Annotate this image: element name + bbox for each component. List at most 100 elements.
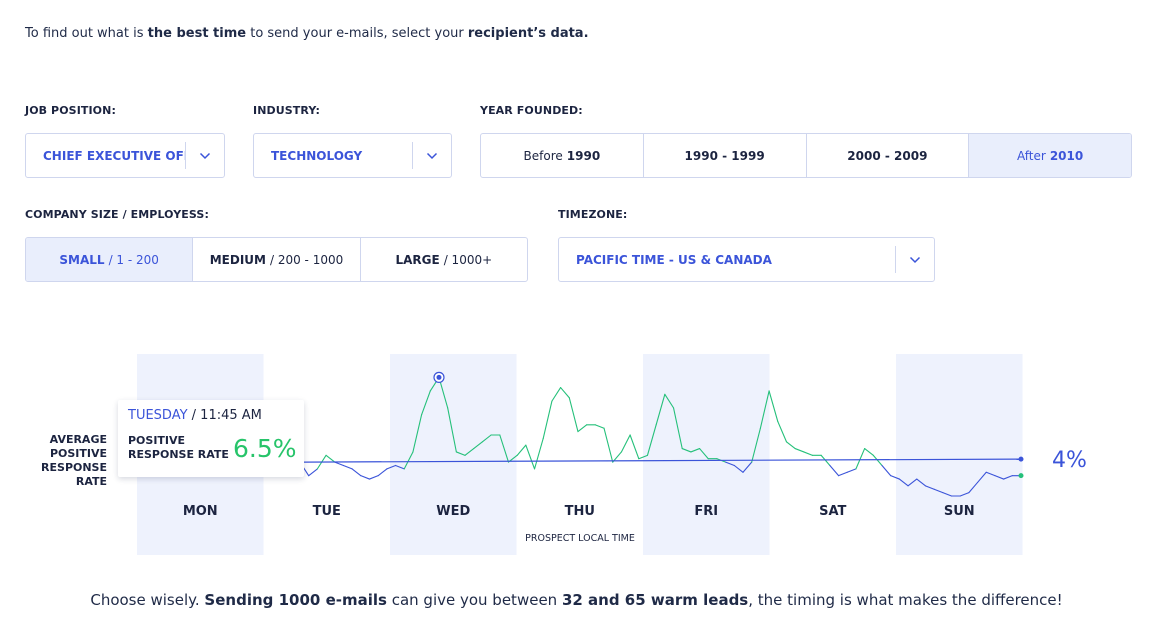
series-segment (542, 400, 553, 439)
series-segment (377, 468, 388, 477)
series-segment (785, 441, 796, 450)
y-label-line: POSITIVE (49, 447, 107, 460)
tooltip-label-line: POSITIVE (128, 434, 186, 447)
tooltip-time: / 11:45 AM (187, 408, 262, 423)
footer-bold-sending: Sending 1000 e-mails (204, 591, 387, 609)
size-option-name: SMALL (59, 252, 105, 267)
size-option-range: / 200 - 1000 (269, 252, 344, 267)
day-label-wed: WED (436, 504, 470, 519)
timezone-label: TIMEZONE: (558, 208, 628, 221)
y-label-line: RATE (75, 475, 107, 488)
industry-select[interactable]: TECHNOLOGY (253, 133, 452, 178)
year-option-prefix: After (1017, 148, 1046, 163)
day-label-layer: MON TUE WED THU FRI SAT SUN (183, 504, 975, 519)
series-segment (325, 454, 336, 463)
tooltip-label-line: RESPONSE RATE (128, 448, 229, 461)
day-shade-wed (390, 354, 517, 555)
industry-value: TECHNOLOGY (271, 148, 363, 163)
series-segment (864, 448, 874, 456)
year-founded-segmented: Before 1990 1990 - 1999 2000 - 2009 After… (480, 133, 1132, 178)
footer-part1: Choose wisely. (90, 591, 205, 609)
series-segment (768, 390, 779, 422)
series-segment (516, 444, 527, 456)
size-option-medium[interactable]: MEDIUM/ 200 - 1000 (192, 238, 359, 281)
y-label-line: RESPONSE (41, 461, 107, 474)
footer-part2: can give you between (386, 591, 562, 609)
job-position-value: CHIEF EXECUTIVE OFFIC (43, 148, 185, 163)
series-segment (342, 464, 353, 470)
day-label-sun: SUN (944, 504, 975, 519)
year-option-2000-2009[interactable]: 2000 - 2009 (805, 134, 969, 177)
tooltip-day-time: TUESDAY / 11:45 AM (128, 408, 262, 423)
series-segment (308, 468, 318, 477)
chevron-down-icon[interactable] (413, 152, 451, 160)
series-segment (794, 448, 805, 453)
x-axis-label: PROSPECT LOCAL TIME (525, 533, 635, 544)
company-size-label: COMPANY SIZE / EMPLOYESS: (25, 208, 209, 221)
day-label-mon: MON (183, 504, 218, 519)
footer-bold-warm-leads: 32 and 65 warm leads (561, 591, 749, 609)
chevron-down-icon[interactable] (186, 152, 224, 160)
chart-tooltip: TUESDAY / 11:45 AM POSITIVE RESPONSE RAT… (118, 400, 304, 477)
series-segment (803, 451, 814, 456)
series-segment (872, 454, 883, 467)
timezone-select[interactable]: PACIFIC TIME - US & CANADA (558, 237, 935, 282)
size-option-range: / 1000+ (443, 252, 493, 267)
series-segment (351, 468, 362, 477)
series-segment (368, 475, 379, 480)
chevron-down-icon[interactable] (896, 256, 934, 264)
size-option-range: / 1 - 200 (108, 252, 159, 267)
series-segment (334, 461, 344, 467)
intro-part1: To find out what is (25, 26, 148, 41)
year-option-value: 1990 - 1999 (684, 148, 765, 163)
series-segment (829, 464, 840, 477)
day-label-sat: SAT (819, 504, 846, 519)
tooltip-day: TUESDAY (128, 408, 188, 423)
day-label-fri: FRI (694, 504, 718, 519)
tooltip-label: POSITIVE RESPONSE RATE (128, 434, 229, 462)
series-segment (777, 420, 788, 443)
footer-text: Choose wisely. Sending 1000 e-mails can … (0, 591, 1153, 609)
series-segment (525, 444, 536, 470)
size-option-name: MEDIUM (209, 252, 266, 267)
day-shade-fri (643, 354, 770, 555)
series-segment (855, 448, 866, 470)
series-segment (577, 424, 588, 433)
series-segment (629, 434, 640, 460)
intro-text: To find out what is the best time to sen… (25, 26, 589, 41)
timezone-value: PACIFIC TIME - US & CANADA (576, 252, 772, 267)
y-label-line: AVERAGE (49, 433, 107, 446)
year-option-1990-1999[interactable]: 1990 - 1999 (642, 134, 806, 177)
company-size-segmented: SMALL/ 1 - 200 MEDIUM/ 200 - 1000 LARGE /… (25, 237, 528, 282)
footer-part3: , the timing is what makes the differenc… (748, 591, 1063, 609)
series-segment (620, 434, 631, 453)
series-end-dot (1018, 473, 1024, 479)
industry-label: INDUSTRY: (253, 104, 320, 117)
series-segment (881, 464, 892, 477)
job-position-select[interactable]: CHIEF EXECUTIVE OFFIC (25, 133, 225, 178)
series-segment (594, 424, 605, 429)
series-segment (360, 475, 371, 480)
intro-part2: to send your e-mails, select your (246, 26, 468, 41)
intro-bold-best-time: the best time (147, 26, 247, 41)
series-segment (551, 387, 562, 402)
size-option-name: LARGE (395, 252, 440, 267)
series-segment (533, 437, 544, 470)
year-option-prefix: Before (523, 148, 563, 163)
y-axis-label: AVERAGE POSITIVE RESPONSE RATE (41, 433, 107, 489)
tooltip-value: 6.5% (233, 434, 297, 463)
year-option-after-2010[interactable]: After 2010 (968, 134, 1131, 177)
year-option-value: 2000 - 2009 (847, 148, 928, 163)
size-option-large[interactable]: LARGE/ 1000+ (359, 238, 527, 281)
size-option-small[interactable]: SMALL/ 1 - 200 (26, 238, 193, 281)
intro-bold-recipient-data: recipient’s data. (467, 26, 589, 41)
year-option-value: 2010 (1049, 148, 1084, 163)
series-segment (603, 427, 614, 463)
year-option-value: 1990 (566, 148, 601, 163)
series-segment (838, 471, 848, 477)
year-option-before-1990[interactable]: Before 1990 (481, 134, 643, 177)
year-founded-label: YEAR FOUNDED: (480, 104, 583, 117)
average-value-label: 4% (1052, 448, 1087, 473)
job-position-label: JOB POSITION: (25, 104, 116, 117)
series-segment (560, 387, 570, 399)
